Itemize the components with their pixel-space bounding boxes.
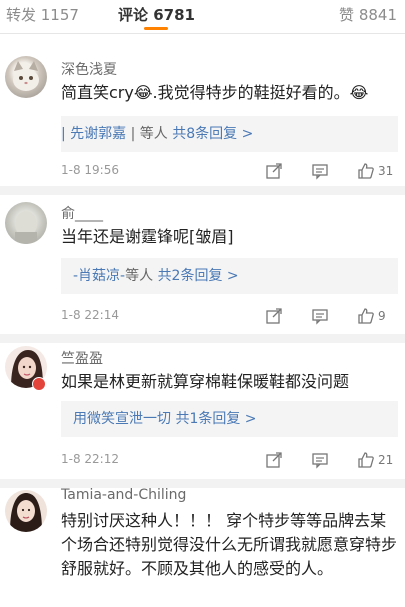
reply-separator: 等人 xyxy=(125,268,158,284)
reply-summary[interactable]: | 先谢郭嘉 | 等人 共8条回复 > xyxy=(61,116,398,152)
comment-icon[interactable] xyxy=(311,305,329,327)
like-button[interactable]: 21 xyxy=(357,449,393,471)
comment-item: 俞____ 当年还是谢霆锋呢[皱眉] -肖菇凉-等人 共2条回复 > 1-8 2… xyxy=(0,195,405,338)
comment-item: 深色浅夏 简直笑cry😂.我觉得特步的鞋挺好看的。😂 | 先谢郭嘉 | 等人 共… xyxy=(0,34,405,186)
comment-text: 当年还是谢霆锋呢[皱眉] xyxy=(61,227,234,246)
like-count: 21 xyxy=(378,453,394,467)
reply-more-link[interactable]: 共8条回复 > xyxy=(172,126,253,142)
reply-users[interactable]: 用微笑宣泄一切 xyxy=(73,411,171,427)
comment-time: 1-8 19:56 xyxy=(61,163,119,177)
share-icon[interactable] xyxy=(265,449,283,471)
comment-item: 竺盈盈 如果是林更新就算穿棉鞋保暖鞋都没问题 用微笑宣泄一切 共1条回复 > 1… xyxy=(0,343,405,479)
tab-repost[interactable]: 转发 1157 xyxy=(6,4,79,25)
comment-author[interactable]: 俞____ xyxy=(61,203,103,223)
comment-time: 1-8 22:14 xyxy=(61,308,119,322)
section-divider xyxy=(0,334,405,343)
comment-text: 简直笑cry😂.我觉得特步的鞋挺好看的。😂 xyxy=(61,83,369,102)
like-count: 31 xyxy=(378,164,394,178)
comment-author[interactable]: Tamia-and-Chiling xyxy=(61,487,186,503)
comment-author[interactable]: 竺盈盈 xyxy=(61,348,103,368)
share-icon[interactable] xyxy=(265,160,283,182)
thumb-up-icon xyxy=(358,308,374,324)
avatar[interactable] xyxy=(5,202,47,244)
avatar[interactable] xyxy=(5,56,47,98)
reply-summary[interactable]: -肖菇凉-等人 共2条回复 > xyxy=(61,258,398,294)
tab-likes[interactable]: 赞 8841 xyxy=(339,4,397,25)
comment-icon[interactable] xyxy=(311,449,329,471)
comment-actions: 31 xyxy=(265,160,395,182)
like-button[interactable]: 9 xyxy=(357,305,386,327)
comment-time: 1-8 22:12 xyxy=(61,452,119,466)
comment-author[interactable]: 深色浅夏 xyxy=(61,59,117,79)
tab-comments-label: 评论 xyxy=(118,6,149,24)
section-divider xyxy=(0,186,405,195)
tab-bar: 转发 1157 评论 6781 赞 8841 xyxy=(0,0,405,34)
comment-text: 如果是林更新就算穿棉鞋保暖鞋都没问题 xyxy=(61,372,350,391)
reply-separator: | 等人 xyxy=(126,126,173,142)
comment-icon[interactable] xyxy=(311,160,329,182)
reply-summary[interactable]: 用微笑宣泄一切 共1条回复 > xyxy=(61,401,398,437)
reply-more-link[interactable]: 共2条回复 > xyxy=(158,268,239,284)
comment-item: Tamia-and-Chiling 特别讨厌这种人！！！ 穿个特步等等品牌去某个… xyxy=(0,487,405,607)
avatar[interactable] xyxy=(5,490,47,532)
share-icon[interactable] xyxy=(265,305,283,327)
reply-more-link[interactable]: 共1条回复 > xyxy=(175,411,256,427)
thumb-up-icon xyxy=(358,163,374,179)
comment-actions: 9 xyxy=(265,305,395,327)
like-count: 9 xyxy=(378,309,386,323)
comment-text: 特别讨厌这种人！！！ 穿个特步等等品牌去某个场合还特别觉得没什么无所谓我就愿意穿… xyxy=(61,511,398,578)
thumb-up-icon xyxy=(358,452,374,468)
reply-users[interactable]: | 先谢郭嘉 xyxy=(61,126,126,142)
verified-badge xyxy=(32,377,46,391)
like-button[interactable]: 31 xyxy=(357,160,393,182)
active-tab-indicator xyxy=(144,27,168,30)
comment-actions: 21 xyxy=(265,449,395,471)
tab-comments-count: 6781 xyxy=(153,6,195,24)
reply-users[interactable]: -肖菇凉- xyxy=(73,268,125,284)
